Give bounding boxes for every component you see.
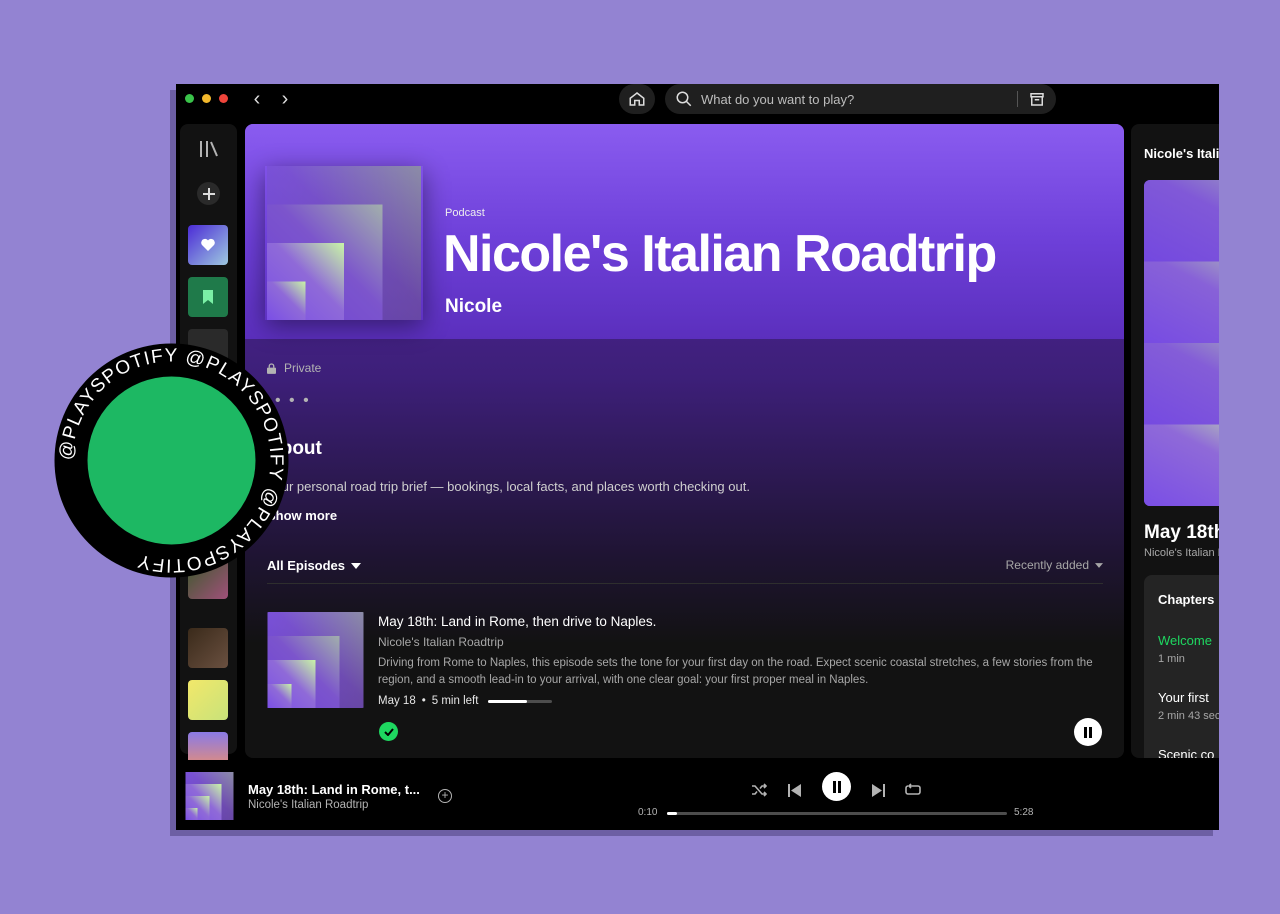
episodes-header: All Episodes Recently added [267,558,1103,584]
repeat-icon [905,783,921,795]
chapters-card: Chapters Welcome 1 min Your first 2 min … [1144,575,1219,758]
chapter-item-duration: 1 min [1158,653,1185,665]
panel-show-name[interactable]: Nicole's Italian Roadtrip [1144,547,1219,559]
episode-description: Driving from Rome to Naples, this episod… [378,657,1093,686]
play-pause-button[interactable] [822,772,851,801]
panel-episode-title[interactable]: May 18th [1144,522,1219,544]
liked-songs-icon[interactable] [188,225,228,265]
now-playing-title[interactable]: May 18th: Land in Rome, t... [248,782,420,797]
next-button[interactable] [868,780,888,800]
visibility-label: Private [284,361,322,375]
skip-forward-icon [871,783,885,797]
pause-icon [832,780,841,793]
home-button[interactable] [619,84,655,114]
caret-down-icon [351,562,362,569]
app-window: ‹ › What do you want to play? Podcast Ni… [176,84,1219,830]
panel-artwork [1144,180,1219,506]
add-icon[interactable] [197,182,220,205]
episode-time-left: 5 min left [431,695,479,707]
chapter-item-title[interactable]: Welcome [1158,633,1212,648]
episode-title-link[interactable]: May 18th: Land in Rome, then drive to Na… [378,614,656,629]
podcast-title: Nicole's Italian Roadtrip [443,225,997,283]
meta-separator: • [421,695,426,707]
podcast-author-link[interactable]: Nicole [445,296,502,318]
episode-meta: May 18 • 5 min left [378,695,553,707]
episode-date: May 18 [378,695,416,707]
about-description: Your personal road trip brief — bookings… [267,479,750,494]
search-bar[interactable]: What do you want to play? [665,84,1056,114]
forward-button[interactable]: › [276,89,294,109]
shuffle-icon [752,783,767,797]
now-playing-panel: Nicole's Italian Roadtrip May 18th Nicol… [1131,124,1219,758]
chapter-item-title[interactable]: Your first [1158,690,1209,705]
panel-title: Nicole's Italian Roadtrip [1144,146,1219,161]
sort-label: Recently added [1005,558,1089,572]
library-item-thumb[interactable] [188,628,228,668]
elapsed-time: 0:10 [638,807,658,818]
title-bar: ‹ › What do you want to play? [176,84,1219,116]
added-check-button[interactable] [379,722,398,741]
search-input[interactable]: What do you want to play? [701,92,854,107]
skip-back-icon [787,783,801,797]
episode-pause-button[interactable] [1074,718,1102,746]
pause-icon [1084,726,1092,738]
home-icon [629,92,645,106]
chapters-heading: Chapters [1158,592,1215,607]
window-close-button[interactable] [219,94,228,103]
library-item-thumb[interactable] [188,680,228,720]
episode-progress-fill [488,699,527,703]
seek-bar[interactable] [667,812,1007,815]
total-duration: 5:28 [1014,807,1034,818]
main-content: Podcast Nicole's Italian Roadtrip Nicole… [245,124,1124,758]
now-playing-show[interactable]: Nicole's Italian Roadtrip [248,799,368,811]
chapter-item-title[interactable]: Scenic co [1158,747,1214,758]
search-divider [1017,91,1018,107]
seek-bar-fill [667,812,678,815]
repeat-button[interactable] [903,780,923,800]
previous-button[interactable] [784,780,804,800]
saved-episodes-icon[interactable] [188,277,228,317]
add-to-library-button[interactable]: + [438,789,452,803]
check-icon [383,727,394,736]
browse-icon[interactable] [1028,90,1046,108]
sort-dropdown[interactable]: Recently added [1006,558,1103,572]
sticker-green-disc [87,376,256,545]
content-type-label: Podcast [445,207,485,219]
search-icon [676,91,692,107]
now-playing-artwork[interactable] [185,772,234,820]
library-icon[interactable] [199,140,219,158]
shuffle-button[interactable] [749,780,769,800]
episode-show-link[interactable]: Nicole's Italian Roadtrip [378,635,504,649]
playspotify-sticker: @PLAYSPOTIFY @PLAYSPOTIFY @PLAYSPOTIFY [54,343,289,578]
podcast-cover-art [265,166,423,320]
episode-artwork[interactable] [266,612,365,708]
back-button[interactable]: ‹ [248,89,266,109]
window-maximize-button[interactable] [185,94,194,103]
caret-down-icon [1095,562,1103,568]
episode-progress-bar [488,699,553,703]
chapter-item-duration: 2 min 43 sec [1158,710,1219,722]
player-bar: May 18th: Land in Rome, t... Nicole's It… [176,760,1219,830]
window-minimize-button[interactable] [202,94,211,103]
